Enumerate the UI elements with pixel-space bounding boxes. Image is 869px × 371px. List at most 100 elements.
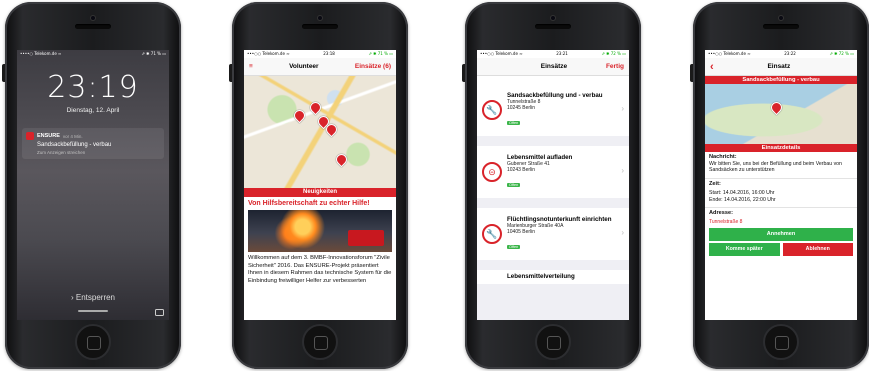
home-button[interactable] [763,324,799,360]
list-item[interactable]: 🔧 Sandsackbefüllung und - verbau Tunnels… [477,84,629,136]
map-pin-icon[interactable] [768,99,785,116]
list-item[interactable]: Lebensmittelverteilung [477,270,629,284]
earpiece-speaker [763,24,799,29]
status-bar: •••○○ Telekom.de ≈ 23:18 ⇗ ✱ 71 % ▭ [244,50,396,58]
missions-button[interactable]: Einsätze (6) [355,63,391,70]
home-button[interactable] [302,324,338,360]
status-time: 23:21 [556,51,568,56]
chevron-right-icon: › [621,166,624,175]
page-title: Einsatz [767,63,791,70]
camera-icon[interactable] [155,309,164,316]
notification-hint: Zum Anzeigen streichen [37,150,86,155]
navbar: ‹ Einsatz [705,58,857,76]
earpiece-speaker [302,24,338,29]
status-badge: Offen [507,120,521,125]
item-title: Lebensmittelverteilung [507,273,575,280]
item-city: 10243 Berlin [507,166,536,173]
missions-screen: •••○○ Telekom.de ≈ 23:21 ⇗ ✱ 72 % ▭ Eins… [477,50,629,320]
status-time: 23:18 [323,51,335,56]
carrier: ••••○ Telekom.de ≈ [20,51,62,56]
volunteer-screen: •••○○ Telekom.de ≈ 23:18 ⇗ ✱ 71 % ▭ ≡ Vo… [244,50,396,320]
time-field: Zeit: Start: 14.04.2016, 16:00 Uhr Ende:… [705,177,857,206]
notification-message: Sandsackbefüllung - verbau [37,142,112,148]
item-title: Lebensmittel aufladen [507,153,573,161]
news-photo [248,210,392,252]
phone-lockscreen: ••••○ Telekom.de ≈ ⇗ ✱ 71 % ▭ 23:19 Dien… [2,2,181,369]
address-label: Adresse: [709,210,733,216]
battery: ⇗ ✱ 72 % ▭ [829,51,854,56]
lock-date: Dienstag, 12. April [66,107,120,114]
lock-time: 23:19 [47,70,139,105]
earpiece-speaker [535,24,571,29]
notification[interactable]: ENSURE vor 4 Min. Sandsackbefüllung - ve… [22,128,164,159]
app-icon [26,132,34,140]
decline-button[interactable]: Ablehnen [782,242,853,256]
address-value[interactable]: Tunnelstraße 8 [705,219,857,225]
details-header: Einsatzdetails [705,144,857,152]
home-button[interactable] [75,324,111,360]
item-title: Sandsackbefüllung und - verbau [507,91,603,99]
lockscreen: ••••○ Telekom.de ≈ ⇗ ✱ 71 % ▭ 23:19 Dien… [17,50,169,320]
map-pin-icon[interactable] [333,151,350,168]
button-row: Komme später Ablehnen [709,242,853,256]
notification-age: vor 4 Min. [62,133,83,139]
list-item[interactable]: ⊝ Lebensmittel aufladen Gubener Straße 4… [477,146,629,198]
done-button[interactable]: Fertig [606,63,624,70]
page-title: Volunteer [289,63,319,70]
home-grabber[interactable] [78,310,108,312]
end-time: Ende: 14.04.2016, 22:00 Uhr [709,196,776,203]
item-title: Flüchtlingsnotunterkunft einrichten [507,215,612,223]
front-camera [778,15,784,21]
accept-button[interactable]: Annehmen [709,227,853,241]
carrier: •••○○ Telekom.de ≈ [247,51,290,56]
page-title: Einsätze [540,63,568,70]
status-bar: •••○○ Telekom.de ≈ 23:22 ⇗ ✱ 72 % ▭ [705,50,857,58]
status-time: 23:22 [784,51,796,56]
food-icon: ⊝ [482,162,502,182]
carrier: •••○○ Telekom.de ≈ [708,51,751,56]
news-header: Neuigkeiten [244,188,396,197]
message-field: Nachricht: Wir bitten Sie, uns bei der B… [705,152,857,176]
mission-detail-screen: •••○○ Telekom.de ≈ 23:22 ⇗ ✱ 72 % ▭ ‹ Ei… [705,50,857,320]
chevron-right-icon: › [621,104,624,113]
navbar: ≡ Volunteer Einsätze (6) [244,58,396,76]
wrench-icon: 🔧 [482,100,502,120]
item-city: 10405 Berlin [507,228,536,235]
navbar: Einsätze Fertig [477,58,629,76]
message-text: Wir bitten Sie, uns bei der Befüllung un… [709,160,842,174]
news-headline[interactable]: Von Hilfsbereitschaft zu echter Hilfe! [244,197,396,210]
fire-truck [348,230,384,246]
battery: ⇗ ✱ 71 % ▭ [368,51,393,56]
status-badge: Offen [507,182,521,187]
earpiece-speaker [75,24,111,29]
notification-app: ENSURE [37,133,60,139]
home-button[interactable] [535,324,571,360]
chevron-right-icon: › [621,228,624,237]
map-view[interactable] [244,76,396,188]
list-item[interactable]: 🔧 Flüchtlingsnotunterkunft einrichten Ma… [477,208,629,260]
item-city: 10245 Berlin [507,104,536,111]
slide-to-unlock[interactable]: › Entsperren [17,293,169,302]
status-badge: Offen [507,244,521,249]
status-bar: •••○○ Telekom.de ≈ 23:21 ⇗ ✱ 72 % ▭ [477,50,629,58]
back-icon[interactable]: ‹ [710,61,714,73]
phone-mission-detail: •••○○ Telekom.de ≈ 23:22 ⇗ ✱ 72 % ▭ ‹ Ei… [690,2,869,369]
address-field: Adresse: [705,207,857,219]
mission-map[interactable] [705,84,857,144]
news-body: Willkommen auf dem 3. BMBF-Innovationsfo… [248,255,392,284]
phone-missions: •••○○ Telekom.de ≈ 23:21 ⇗ ✱ 72 % ▭ Eins… [462,2,641,369]
carrier: •••○○ Telekom.de ≈ [480,51,523,56]
battery: ⇗ ✱ 71 % ▭ [141,51,166,56]
map-pin-icon[interactable] [291,107,308,124]
map-pin-icon[interactable] [307,99,324,116]
missions-list: 🔧 Sandsackbefüllung und - verbau Tunnels… [477,84,629,320]
status-bar: ••••○ Telekom.de ≈ ⇗ ✱ 71 % ▭ [17,50,169,58]
front-camera [317,15,323,21]
come-later-button[interactable]: Komme später [709,242,780,256]
mission-title: Sandsackbefüllung - verbau [705,76,857,84]
battery: ⇗ ✱ 72 % ▭ [601,51,626,56]
menu-icon[interactable]: ≡ [249,63,253,70]
time-label: Zeit: [709,180,721,187]
wrench-icon: 🔧 [482,224,502,244]
front-camera [550,15,556,21]
